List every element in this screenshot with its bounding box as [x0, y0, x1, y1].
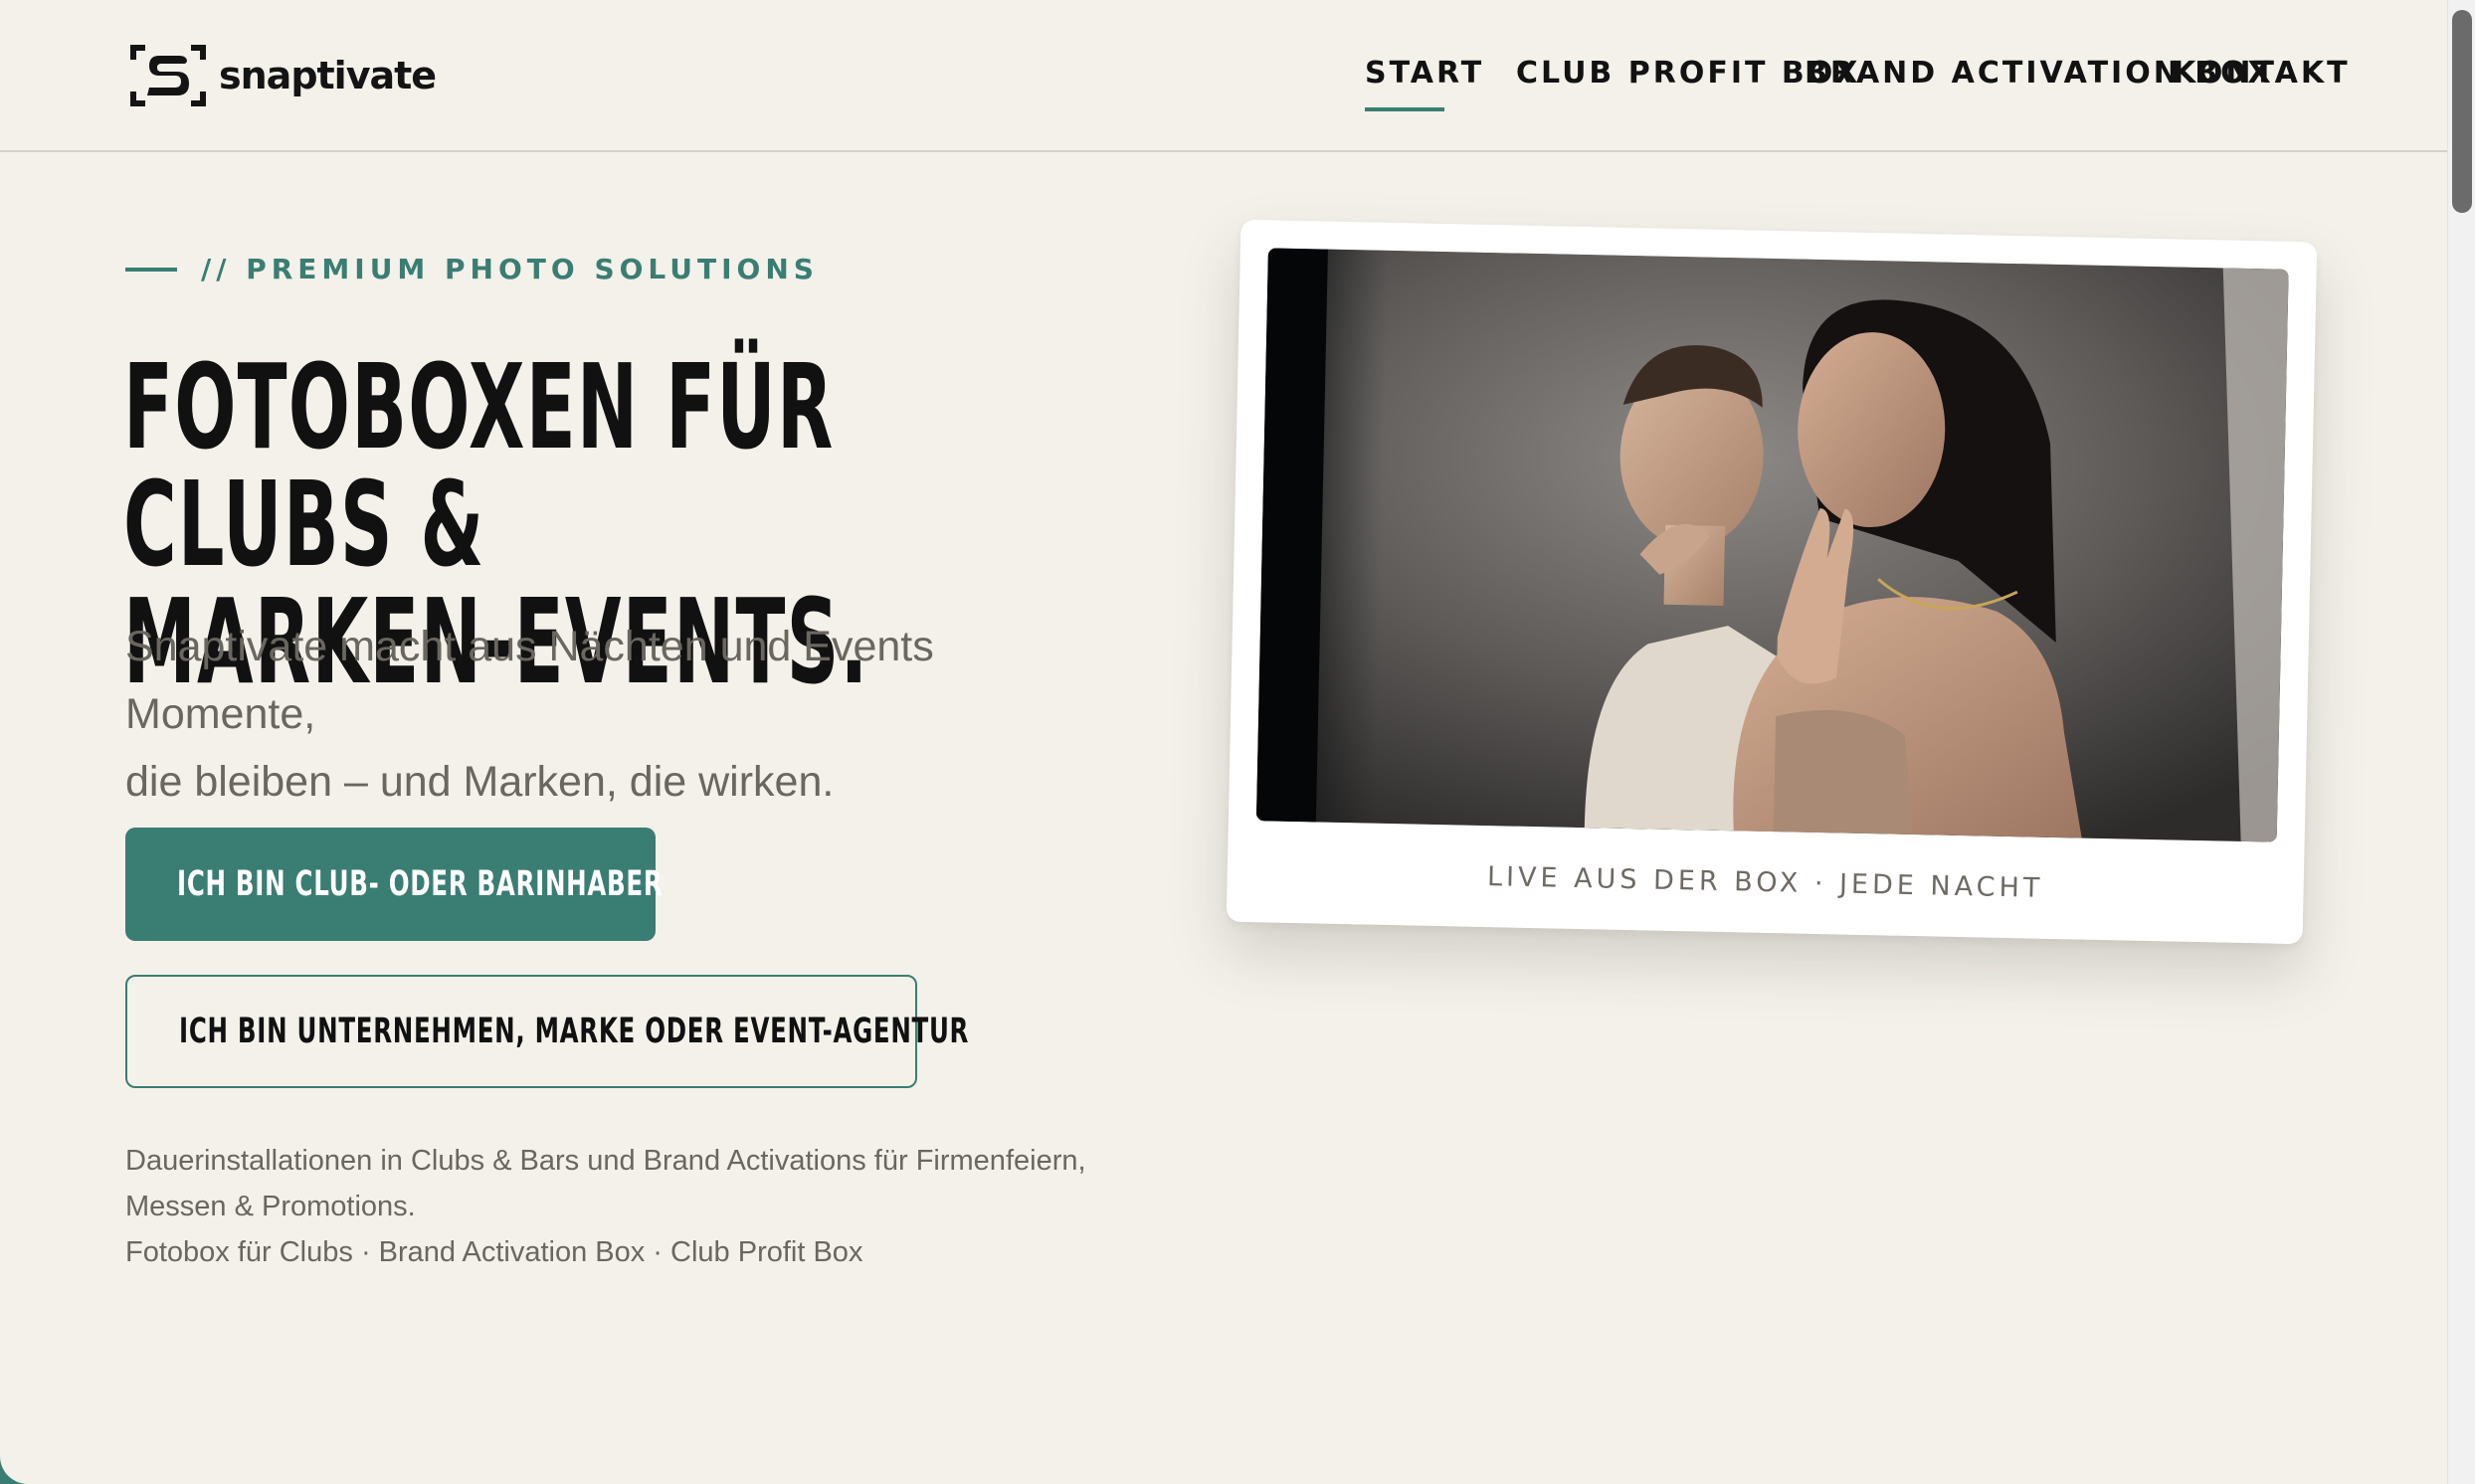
description-line-2: Messen & Promotions. — [125, 1191, 416, 1222]
photo-card: LIVE AUS DER BOX · JEDE NACHT — [1226, 219, 2318, 945]
page: snaptivate START CLUB PROFIT BOX BRAND A… — [0, 0, 2475, 1484]
subtitle-line-1: Snaptivate macht aus Nächten und Events … — [125, 623, 934, 738]
eyebrow-text: // PREMIUM PHOTO SOLUTIONS — [201, 253, 819, 285]
photo-caption: LIVE AUS DER BOX · JEDE NACHT — [1486, 861, 2044, 904]
nav-item-label: START — [1365, 56, 1485, 91]
nav-item-kontakt[interactable]: KONTAKT — [2173, 56, 2348, 95]
hero-subtitle: Snaptivate macht aus Nächten und Events … — [125, 613, 1120, 816]
nav-item-start[interactable]: START — [1365, 56, 1481, 111]
main-navigation: START CLUB PROFIT BOX BRAND ACTIVATION B… — [1365, 56, 2348, 111]
s-bracket-logo-icon — [129, 44, 207, 107]
headline-line-1: FOTOBOXEN FÜR CLUBS & — [123, 338, 835, 593]
nav-item-club-profit-box[interactable]: CLUB PROFIT BOX — [1516, 56, 1857, 95]
hero-description: Dauerinstallationen in Clubs & Bars und … — [125, 1138, 1120, 1275]
vertical-scrollbar[interactable] — [2447, 0, 2475, 1484]
club-owner-button[interactable]: ICH BIN CLUB- ODER BARINHABER — [125, 828, 663, 941]
club-owner-button-label: ICH BIN CLUB- ODER BARINHABER — [177, 864, 664, 904]
nav-item-brand-activation-box[interactable]: BRAND ACTIVATION BOX — [1805, 56, 2271, 95]
brand-name: snaptivate — [219, 54, 437, 97]
subtitle-line-2: die bleiben – und Marken, die wirken. — [125, 758, 835, 806]
description-line-1: Dauerinstallationen in Clubs & Bars und … — [125, 1145, 1086, 1177]
nav-active-indicator — [1365, 107, 1444, 111]
brand-logo[interactable]: snaptivate — [129, 44, 437, 107]
nav-item-label: KONTAKT — [2173, 56, 2351, 91]
company-brand-agency-button-label: ICH BIN UNTERNEHMEN, MARKE ODER EVENT-AG… — [179, 1012, 970, 1051]
hero-eyebrow: // PREMIUM PHOTO SOLUTIONS — [125, 253, 819, 285]
photobooth-image — [1255, 248, 2289, 842]
site-header: snaptivate START CLUB PROFIT BOX BRAND A… — [0, 0, 2447, 152]
eyebrow-divider — [125, 267, 177, 272]
scrollbar-thumb[interactable] — [2452, 10, 2472, 213]
company-brand-agency-button[interactable]: ICH BIN UNTERNEHMEN, MARKE ODER EVENT-AG… — [125, 975, 968, 1088]
description-line-3: Fotobox für Clubs · Brand Activation Box… — [125, 1236, 863, 1268]
